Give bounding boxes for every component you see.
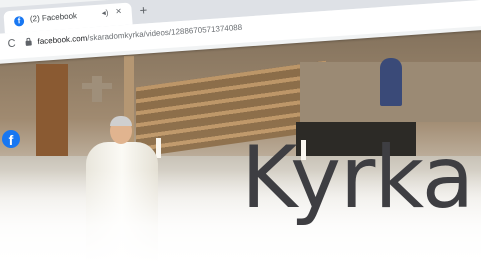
speaker-icon[interactable]: ◂) [101,8,108,17]
facebook-logo-icon[interactable]: f [2,130,20,148]
browser-window: f (2) Facebook ◂) × + C facebook.com/ska… [0,0,481,64]
nativity-figure [380,58,402,106]
url-path: /skaradomkyrka/videos/1288670571374088 [86,22,243,43]
facebook-favicon-icon: f [13,15,25,27]
url-host: facebook.com [37,33,88,47]
lock-icon[interactable] [25,40,32,46]
reload-icon[interactable]: C [7,38,16,51]
cross-icon [82,76,112,102]
priest-hair [110,116,132,126]
tab-title: (2) Facebook [29,11,78,24]
close-icon[interactable]: × [115,6,122,17]
photo-of-screen: f f (2) Facebook ◂) × + C facebook.com/s… [0,0,481,263]
headline-text: Kyrka [241,128,474,228]
new-tab-button[interactable]: + [139,2,148,17]
wooden-panel [36,64,68,164]
